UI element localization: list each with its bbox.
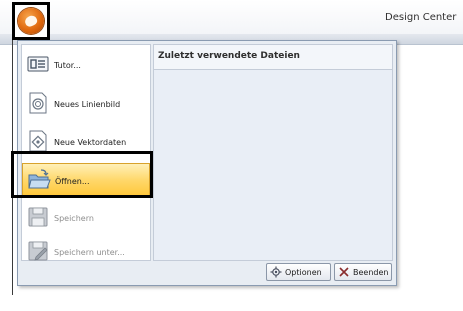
save-icon	[28, 207, 48, 227]
menu-item-save[interactable]: Speichern	[22, 201, 150, 235]
tutor-icon	[27, 56, 49, 72]
menu-item-label: Speichern unter...	[54, 248, 125, 257]
title-bar: Design Center	[0, 0, 463, 35]
menu-commands: Tutor... Neues Linienbild Neue Vektordat…	[21, 44, 151, 261]
menu-item-new-vector-data[interactable]: Neue Vektordaten	[22, 125, 150, 159]
menu-item-new-line-image[interactable]: Neues Linienbild	[22, 87, 150, 121]
recent-files-header: Zuletzt verwendete Dateien	[154, 45, 392, 70]
menu-item-label: Speichern	[54, 214, 94, 223]
exit-button-label: Beenden	[353, 268, 389, 277]
save-as-icon	[28, 241, 48, 261]
close-icon	[339, 267, 349, 277]
folder-open-icon	[28, 169, 51, 189]
app-menu-button[interactable]	[12, 2, 50, 40]
new-line-image-icon	[29, 92, 47, 114]
exit-button[interactable]: Beenden	[334, 263, 392, 281]
menu-item-label: Öffnen...	[55, 177, 90, 186]
menu-item-label: Tutor...	[54, 61, 81, 70]
app-orb-icon	[18, 8, 44, 34]
options-button-label: Optionen	[285, 268, 322, 277]
menu-item-label: Neues Linienbild	[54, 100, 121, 109]
menu-item-open[interactable]: Öffnen...	[22, 163, 150, 197]
new-vector-data-icon	[29, 130, 47, 152]
menu-item-tutor[interactable]: Tutor...	[22, 48, 150, 82]
recent-files-title: Zuletzt verwendete Dateien	[158, 51, 300, 61]
application-menu: Tutor... Neues Linienbild Neue Vektordat…	[17, 40, 397, 286]
gear-icon	[270, 266, 282, 278]
options-button[interactable]: Optionen	[266, 263, 331, 281]
menu-footer: Optionen Beenden	[21, 263, 393, 283]
callout-line	[12, 35, 13, 295]
window-title: Design Center	[385, 12, 457, 23]
menu-item-label: Neue Vektordaten	[54, 138, 127, 147]
recent-files-panel: Zuletzt verwendete Dateien	[153, 44, 393, 261]
